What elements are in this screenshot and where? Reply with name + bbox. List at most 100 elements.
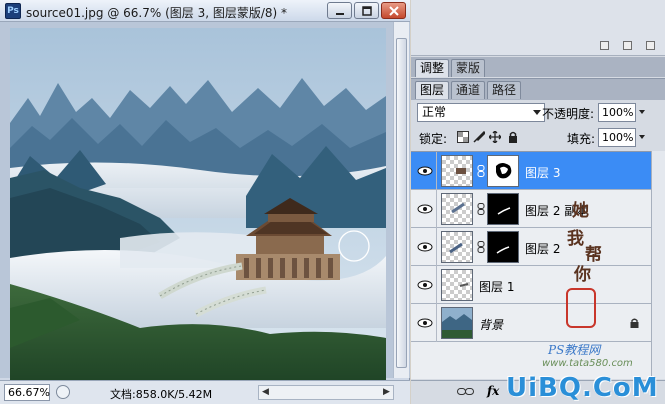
layers-list: 图层 3 图层 2 副本 图层 2 图层 1 背景: [411, 151, 651, 379]
document-title: source01.jpg @ 66.7% (图层 3, 图层蒙版/8) *: [26, 6, 288, 20]
adjustments-tabs: 调整 蒙版: [411, 57, 665, 77]
fill-field[interactable]: 100%: [598, 128, 636, 147]
layer-thumbnail[interactable]: [441, 231, 473, 263]
close-button[interactable]: [381, 2, 406, 19]
lock-icon: [630, 318, 639, 328]
close-icon: [389, 6, 399, 16]
layer-content-preview: [442, 308, 472, 338]
zoom-field[interactable]: 66.67%: [4, 384, 50, 401]
layer-content-preview: [456, 168, 466, 174]
visibility-toggle[interactable]: [411, 266, 437, 304]
photoshop-workspace: { "document": { "app_icon": "Ps", "title…: [0, 0, 665, 404]
lock-row: 锁定: 填充: 100%: [411, 126, 665, 150]
layer-name: 图层 2: [525, 242, 561, 256]
horizontal-scrollbar[interactable]: ◀ ▶: [258, 385, 394, 400]
layer-mask-thumbnail[interactable]: [487, 155, 519, 187]
tab-masks[interactable]: 蒙版: [451, 59, 486, 77]
lock-label: 锁定:: [419, 132, 448, 146]
visibility-toggle[interactable]: [411, 190, 437, 228]
watermark-url: www.tata580.com: [542, 358, 633, 369]
maximize-button[interactable]: [354, 2, 379, 19]
visibility-toggle[interactable]: [411, 152, 437, 190]
layer-thumbnail[interactable]: [441, 155, 473, 187]
tab-adjustments[interactable]: 调整: [415, 59, 450, 77]
trash-icon[interactable]: [646, 41, 655, 50]
watermark-brand: UiBQ.CoM: [506, 373, 659, 403]
mask-preview: [496, 246, 510, 254]
canvas-area[interactable]: [0, 22, 410, 400]
upper-panel-strip: [411, 0, 665, 56]
scroll-right-arrow-icon[interactable]: ▶: [380, 386, 393, 399]
link-icon[interactable]: [477, 241, 485, 253]
document-image[interactable]: [10, 28, 386, 400]
document-title-bar[interactable]: Ps source01.jpg @ 66.7% (图层 3, 图层蒙版/8) *: [0, 0, 410, 22]
layer-thumbnail[interactable]: [441, 193, 473, 225]
fx-button[interactable]: fx: [487, 384, 499, 398]
layer-row-layer-1[interactable]: 图层 1: [411, 266, 651, 304]
layer-content-preview: [451, 202, 465, 214]
upper-panel-icons: [600, 41, 655, 50]
new-item-icon[interactable]: [623, 41, 632, 50]
mask-preview: [497, 207, 511, 215]
status-bar: 66.67% 文档:858.0K/5.42M ◀ ▶: [0, 380, 410, 404]
photoshop-app-icon: Ps: [5, 3, 21, 19]
status-menu-icon[interactable]: [56, 385, 70, 399]
vertical-scrollbar[interactable]: [393, 22, 409, 378]
document-info: 文档:858.0K/5.42M: [110, 388, 213, 401]
eye-icon: [417, 166, 433, 176]
layer-name: 图层 3: [525, 166, 561, 180]
vertical-scroll-thumb[interactable]: [396, 38, 407, 368]
layer-row-background[interactable]: 背景: [411, 304, 651, 342]
no-entry-icon[interactable]: [600, 41, 609, 50]
right-panels: 调整 蒙版 图层 通道 路径 正常 不透明度: 100% 锁定: 填充: 100…: [411, 0, 665, 404]
layer-content-preview: [459, 283, 469, 287]
mask-preview: [496, 163, 512, 179]
eye-icon: [417, 204, 433, 214]
fill-label: 填充:: [567, 132, 596, 146]
layer-name: 图层 1: [479, 280, 515, 294]
layer-row-layer-3[interactable]: 图层 3: [411, 152, 651, 190]
watermark-char: 她: [572, 201, 589, 221]
tab-channels[interactable]: 通道: [451, 81, 486, 99]
layer-thumbnail[interactable]: [441, 307, 473, 339]
watermark-site-name: PS教程网: [548, 343, 601, 357]
visibility-toggle[interactable]: [411, 228, 437, 266]
minimize-button[interactable]: [327, 2, 352, 19]
link-icon[interactable]: [477, 203, 485, 215]
chevron-down-icon: [533, 110, 541, 115]
blend-mode-select[interactable]: 正常: [417, 103, 545, 122]
eye-icon: [417, 242, 433, 252]
layer-row-layer-2[interactable]: 图层 2: [411, 228, 651, 266]
tab-layers[interactable]: 图层: [415, 81, 450, 99]
lock-brush-icon[interactable]: [473, 131, 485, 143]
layers-scrollbar[interactable]: [651, 151, 665, 379]
lock-transparency-icon[interactable]: [457, 131, 469, 143]
document-window: Ps source01.jpg @ 66.7% (图层 3, 图层蒙版/8) *: [0, 0, 410, 404]
lock-move-icon[interactable]: [489, 131, 501, 143]
lock-all-icon[interactable]: [507, 131, 519, 143]
layer-row-layer-2-copy[interactable]: 图层 2 副本: [411, 190, 651, 228]
layers-tabs: 图层 通道 路径: [411, 78, 665, 100]
window-controls: [327, 2, 406, 19]
watermark-char: 你: [574, 265, 591, 285]
watermark-char: 帮: [585, 245, 602, 265]
layer-thumbnail[interactable]: [441, 269, 473, 301]
opacity-field[interactable]: 100%: [598, 103, 636, 122]
mountain-landscape-image: [10, 28, 386, 400]
opacity-arrow-icon[interactable]: [638, 103, 646, 122]
layer-mask-thumbnail[interactable]: [487, 231, 519, 263]
minimize-icon: [336, 13, 344, 15]
tab-paths[interactable]: 路径: [487, 81, 522, 99]
visibility-toggle[interactable]: [411, 304, 437, 342]
link-layers-icon[interactable]: [457, 388, 475, 396]
layer-mask-thumbnail[interactable]: [487, 193, 519, 225]
opacity-label: 不透明度:: [542, 107, 595, 121]
scroll-left-arrow-icon[interactable]: ◀: [259, 386, 272, 399]
blend-mode-value: 正常: [422, 105, 447, 119]
eye-icon: [417, 280, 433, 290]
maximize-icon: [362, 6, 372, 16]
link-icon[interactable]: [477, 165, 485, 177]
layer-name: 背景: [479, 318, 504, 332]
red-seal-stamp: [566, 288, 596, 328]
fill-arrow-icon[interactable]: [638, 128, 646, 147]
